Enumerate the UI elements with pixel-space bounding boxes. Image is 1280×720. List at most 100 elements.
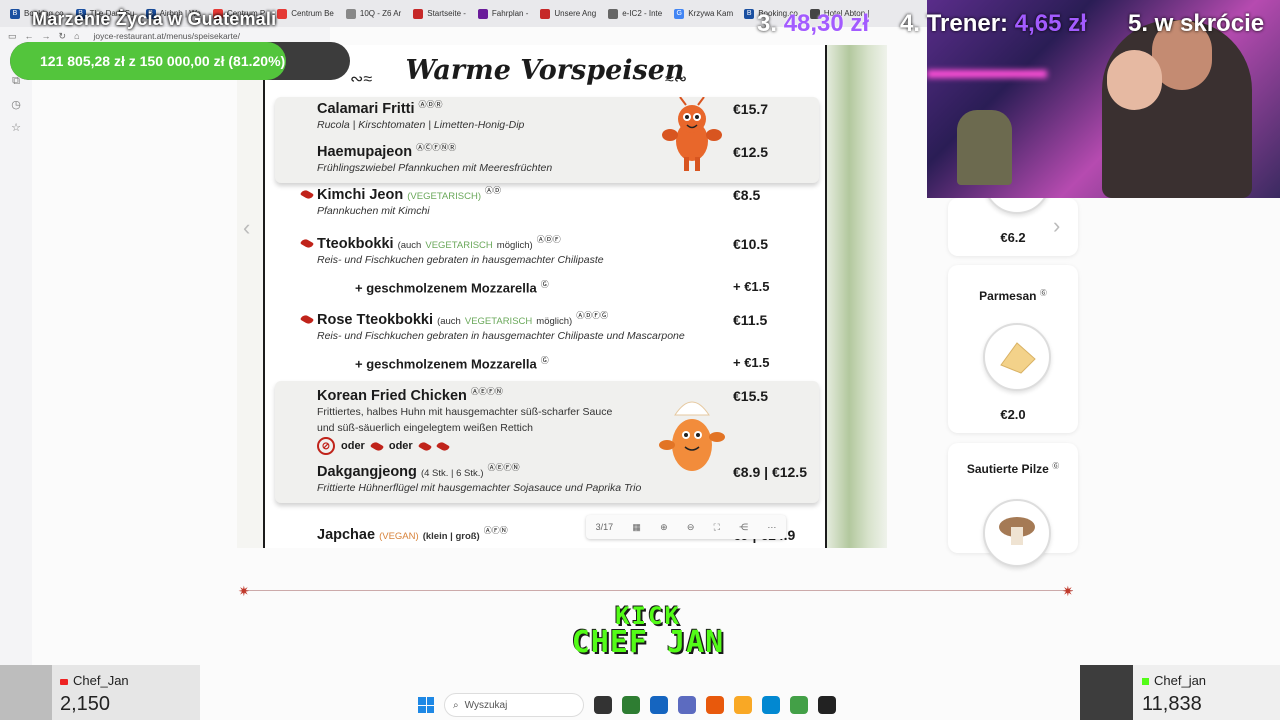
sparkle-icon: ✷: [1062, 583, 1074, 599]
menu-item-name: Japchae (VEGAN) (klein | groß)ⒶⒻⓃ: [317, 526, 508, 543]
browser-tab[interactable]: Startseite -: [407, 3, 472, 25]
divider: [243, 590, 1073, 591]
goal-text: 121 805,28 zł z 150 000,00 zł (81.20%): [40, 53, 286, 69]
browser-tab[interactable]: 10Q - Z6 Ar: [340, 3, 407, 25]
menu-item-name: Rose Tteokbokki (auch VEGETARISCH möglic…: [317, 311, 609, 328]
share-icon[interactable]: ⋲: [739, 522, 748, 533]
file-explorer-icon[interactable]: [734, 696, 752, 714]
topping-price: €2.0: [1000, 407, 1026, 422]
topping-card[interactable]: Parmesan Ⓖ €2.0: [948, 265, 1078, 433]
tab-label: Unsere Ang: [554, 9, 597, 18]
home-icon[interactable]: ⌂: [74, 31, 79, 41]
reload-icon[interactable]: ↻: [59, 31, 67, 42]
menu-item-name: Tteokbokki (auch VEGETARISCH möglich)ⒶⒹⒻ: [317, 235, 561, 252]
menu-item-name: Kimchi Jeon (VEGETARISCH)ⒶⒹ: [317, 186, 501, 203]
more-icon[interactable]: ⋯: [767, 522, 776, 533]
swirl-right-icon: ≈∾: [665, 71, 688, 88]
tab-favicon-icon: [413, 8, 424, 19]
topping-name: Parmesan Ⓖ: [979, 289, 1047, 303]
pdf-toolbar: 3/17 ▦ ⊕ ⊖ ⛶ ⋲ ⋯: [586, 515, 786, 539]
menu-item-price: €10.5: [733, 236, 769, 252]
menu-item-name: Korean Fried Chicken ⒶⒺⒻⓃ: [317, 387, 503, 404]
tab-favicon-icon: [477, 8, 488, 19]
menu-item-desc: Frittierte Hühnerflügel mit hausgemachte…: [317, 482, 642, 494]
tab-favicon-icon: [277, 8, 288, 19]
firefox-icon[interactable]: [706, 696, 724, 714]
spice-level-options: ⊘ oder oder: [317, 437, 450, 455]
zoom-out-icon[interactable]: ⊖: [687, 522, 695, 533]
obs-icon[interactable]: [818, 696, 836, 714]
taskbar-search[interactable]: ⌕ Wyszukaj: [444, 693, 584, 717]
chrome-icon[interactable]: [790, 696, 808, 714]
topping-card[interactable]: Sautierte Pilze Ⓖ: [948, 443, 1078, 567]
menu-item-price: €11.5: [733, 312, 768, 328]
browser-tab[interactable]: Fahrplan -: [472, 3, 534, 25]
chili-icon: [300, 237, 314, 250]
lobster-mascot-icon: [662, 97, 722, 171]
chili-icon: [300, 188, 314, 201]
menu-item-desc: Rucola | Kirschtomaten | Limetten-Honig-…: [317, 119, 525, 131]
stat-4-trainer: 4. Trener: 4,65 zł: [900, 10, 1087, 37]
forward-icon[interactable]: →: [42, 31, 51, 41]
xbox-icon[interactable]: [622, 696, 640, 714]
task-view-icon[interactable]: [594, 696, 612, 714]
tab-favicon-icon: [608, 8, 619, 19]
menu-addon-name: + geschmolzenem Mozzarella Ⓖ: [355, 356, 549, 372]
menu-item-price: €12.5: [733, 144, 769, 160]
tab-label: Centrum Be: [291, 9, 334, 18]
tab-label: Fahrplan -: [491, 9, 529, 18]
browser-tab[interactable]: Centrum Be: [271, 3, 340, 25]
menu-item-name: Calamari Fritti ⒶⒹⓇ: [317, 100, 443, 117]
tab-favicon-icon: B: [744, 8, 755, 19]
teams-icon[interactable]: [678, 696, 696, 714]
address-bar[interactable]: joyce-restaurant.at/menus/speisekarte/: [94, 31, 240, 41]
back-icon[interactable]: ←: [25, 31, 34, 41]
star-icon[interactable]: ☆: [11, 121, 21, 134]
chili-icon: [435, 439, 450, 453]
viewer-count: 11,838: [1142, 693, 1202, 715]
follower-counter: Chef_Jan 2,150: [0, 665, 200, 720]
windows-start-icon[interactable]: [418, 697, 434, 713]
sidebar-toggle-icon[interactable]: ▭: [8, 31, 17, 42]
menu-addon-name: + geschmolzenem Mozzarella Ⓖ: [355, 280, 549, 296]
menu-addon-price: + €1.5: [733, 355, 770, 370]
menu-item-name: Dakgangjeong (4 Stk. | 6 Stk.)ⒶⒺⒻⓃ: [317, 463, 520, 480]
windows-taskbar: ⌕ Wyszukaj: [418, 690, 868, 720]
follower-count: 2,150: [60, 693, 111, 715]
menu-item-desc: Pfannkuchen mit Kimchi: [317, 205, 430, 217]
mushroom-image: [983, 499, 1051, 567]
browser-tab[interactable]: Unsere Ang: [534, 3, 602, 25]
menu-viewer: ‹ ∾≈ Warme Vorspeisen ≈∾ Calamari Fritti…: [237, 45, 887, 548]
tab-favicon-icon: [540, 8, 551, 19]
browser-tab[interactable]: G Krzywa Kam: [668, 3, 738, 25]
kick-icon: [1142, 678, 1149, 685]
plant-decoration: [824, 45, 887, 548]
health-app-icon[interactable]: [650, 696, 668, 714]
avatar: [0, 665, 52, 720]
edge-icon[interactable]: [762, 696, 780, 714]
topping-name: Sautierte Pilze Ⓖ: [966, 462, 1060, 476]
tab-label: Startseite -: [427, 9, 466, 18]
zoom-in-icon[interactable]: ⊕: [660, 522, 668, 533]
tab-label: e-IC2 - Inte: [622, 9, 663, 18]
child: [1107, 50, 1162, 110]
toy-dinosaur: [957, 110, 1012, 185]
tab-favicon-icon: G: [674, 8, 685, 19]
donation-goal-bar: 121 805,28 zł z 150 000,00 zł (81.20%): [10, 42, 350, 80]
sparkle-icon: ✷: [238, 583, 250, 599]
clock-icon[interactable]: ◷: [11, 98, 21, 111]
grid-view-icon[interactable]: ▦: [632, 522, 641, 533]
stat-5: 5. w skrócie: [1128, 10, 1265, 37]
fullscreen-icon[interactable]: ⛶: [714, 522, 720, 533]
page-indicator: 3/17: [595, 522, 614, 532]
chili-icon: [369, 439, 384, 453]
menu-page: ∾≈ Warme Vorspeisen ≈∾ Calamari Fritti ⒶⒹ…: [263, 45, 827, 548]
menu-item-price: €8.5: [733, 187, 761, 203]
next-arrow[interactable]: ›: [1053, 213, 1060, 239]
kick-channel-logo: KICK CHEF JAN: [571, 602, 725, 660]
browser-tab[interactable]: e-IC2 - Inte: [602, 3, 668, 25]
menu-addon-price: + €1.5: [733, 279, 770, 294]
avatar: [1080, 665, 1133, 720]
prev-page-arrow[interactable]: ‹: [243, 215, 250, 241]
menu-item-desc: Frühlingszwiebel Pfannkuchen mit Meeresf…: [317, 162, 553, 174]
